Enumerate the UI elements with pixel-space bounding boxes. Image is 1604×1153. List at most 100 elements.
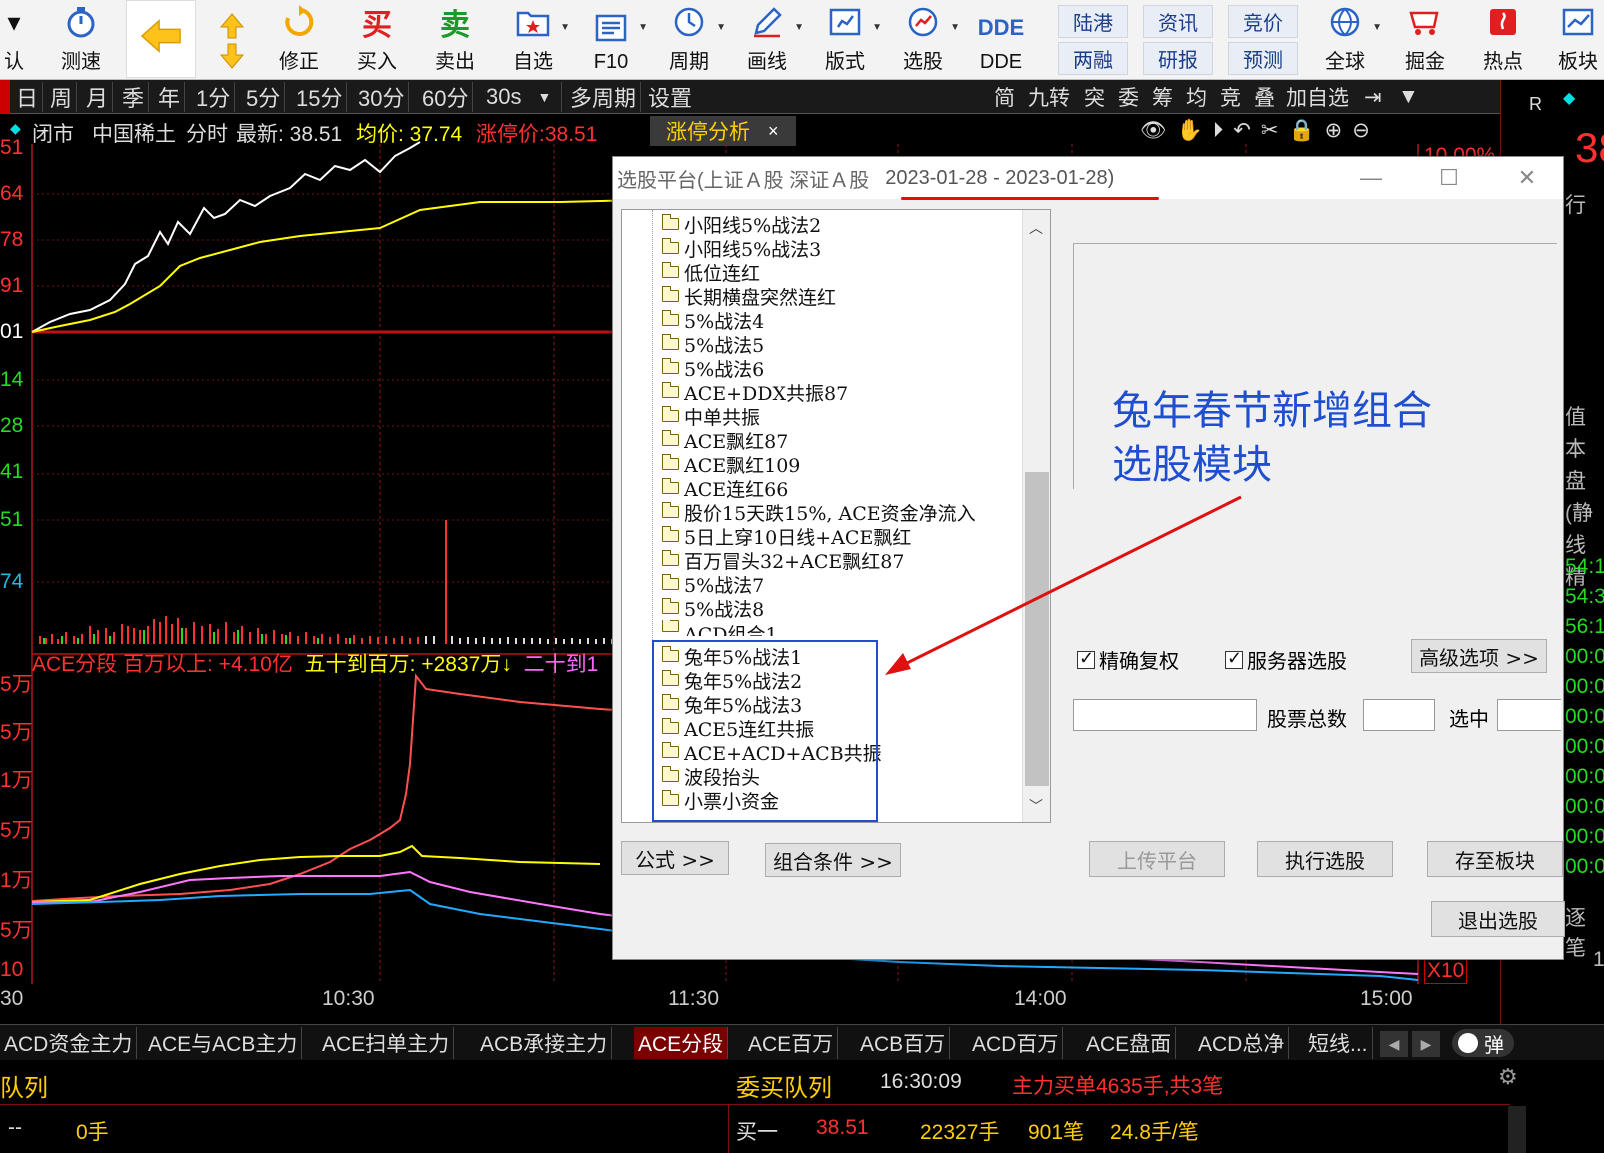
toolbar-confirm[interactable]: ▾ 认 <box>0 0 28 80</box>
tree-item[interactable]: ACE+DDX共振87 <box>661 380 848 405</box>
tab-ace-scan[interactable]: ACE扫单主力 <box>318 1027 455 1059</box>
toolbar-sell[interactable]: 卖卖出 <box>422 0 488 80</box>
toolbar-buy[interactable]: 买买入 <box>344 0 410 80</box>
total-stocks-field[interactable] <box>1363 699 1435 731</box>
period-multi[interactable]: 多周期 <box>566 82 642 112</box>
tab-acd-million[interactable]: ACD百万 <box>968 1027 1064 1059</box>
toolbar-stock-picker[interactable]: 选股 ▼ <box>890 0 960 80</box>
period-60min[interactable]: 60分 <box>418 82 474 112</box>
tab-acd-net[interactable]: ACD总净 <box>1194 1027 1290 1059</box>
tab-scroll-right[interactable]: ▶ <box>1412 1031 1440 1057</box>
gear-icon[interactable]: ⚙ <box>1498 1064 1518 1090</box>
tool-die[interactable]: 叠 <box>1254 82 1275 112</box>
toolbar-luganggang[interactable]: 陆港 <box>1058 5 1128 38</box>
tool-jing[interactable]: 竞 <box>1220 82 1241 112</box>
tree-item[interactable]: 小阳线5%战法2 <box>661 212 821 237</box>
chevron-down-icon[interactable]: ▼ <box>1398 82 1419 112</box>
tree-item[interactable]: 长期横盘突然连红 <box>661 284 836 309</box>
chevron-down-icon[interactable]: ﹀ <box>1029 796 1043 816</box>
toolbar-layout[interactable]: 版式 ▼ <box>812 0 882 80</box>
tool-jun[interactable]: 均 <box>1186 82 1207 112</box>
upload-platform-button[interactable]: 上传平台 <box>1089 841 1225 877</box>
queue-scrollbar[interactable] <box>1508 1106 1526 1153</box>
toolbar-hot[interactable]: 热点 <box>1470 0 1536 80</box>
toolbar-yanbao[interactable]: 研报 <box>1143 42 1213 75</box>
tool-wei[interactable]: 委 <box>1118 82 1139 112</box>
tree-item[interactable]: 5%战法4 <box>661 308 764 333</box>
toolbar-zixun[interactable]: 资讯 <box>1143 5 1213 38</box>
tool-jiuzhuan[interactable]: 九转 <box>1028 82 1070 112</box>
tree-item[interactable]: 5%战法8 <box>661 596 764 621</box>
checkbox-precise-adjust[interactable]: 精确复权 <box>1077 645 1179 674</box>
tree-item[interactable]: 低位连红 <box>661 260 760 285</box>
period-15min[interactable]: 15分 <box>292 82 348 112</box>
close-icon[interactable]: ✕ <box>1507 163 1547 193</box>
tree-item[interactable]: 5%战法6 <box>661 356 764 381</box>
period-5min[interactable]: 5分 <box>242 82 286 112</box>
toolbar-f10[interactable]: F10 ▼ <box>578 0 648 80</box>
toolbar-dig-gold[interactable]: 掘金 <box>1392 0 1458 80</box>
tree-item[interactable]: 小阳线5%战法3 <box>661 236 821 261</box>
tab-ace-segment[interactable]: ACE分段 <box>634 1027 729 1059</box>
period-month[interactable]: 月 <box>82 82 114 112</box>
toolbar-watchlist[interactable]: 自选 ▼ <box>500 0 570 80</box>
tab-ace-board[interactable]: ACE盘面 <box>1082 1027 1177 1059</box>
tree-item[interactable]: 5%战法5 <box>661 332 764 357</box>
period-1min[interactable]: 1分 <box>192 82 236 112</box>
maximize-icon[interactable]: ☐ <box>1429 163 1469 193</box>
toolbar-updown[interactable] <box>210 0 254 80</box>
tab-acb-accept[interactable]: ACB承接主力 <box>476 1027 613 1059</box>
toolbar-liangrong[interactable]: 两融 <box>1058 42 1128 75</box>
pick-input[interactable] <box>1073 699 1257 731</box>
tree-item[interactable]: 中单共振 <box>661 404 760 429</box>
period-30min[interactable]: 30分 <box>354 82 410 112</box>
period-week[interactable]: 周 <box>46 82 78 112</box>
checkbox-server-pick[interactable]: 服务器选股 <box>1225 645 1347 674</box>
tab-short-line[interactable]: 短线... <box>1304 1027 1373 1059</box>
period-settings[interactable]: 设置 <box>644 82 696 112</box>
tree-item[interactable]: ACD组合1 <box>662 620 778 636</box>
toolbar-sector[interactable]: 板块 <box>1548 0 1604 80</box>
toolbar-correct[interactable]: 修正 <box>266 0 332 80</box>
tree-item[interactable]: ACE连红66 <box>661 476 788 501</box>
dialog-titlebar[interactable]: 选股平台(上证Ａ股 深证Ａ股 2023-01-28 - 2023-01-28) <box>613 157 1563 199</box>
exit-icon[interactable]: ⇥ <box>1364 82 1382 112</box>
popup-toggle[interactable]: 弹 <box>1452 1029 1514 1057</box>
combo-conditions-button[interactable]: 组合条件 >> <box>765 843 901 877</box>
toolbar-speedtest[interactable]: 测速 <box>48 0 114 80</box>
tab-ace-million[interactable]: ACE百万 <box>744 1027 839 1059</box>
tool-tu[interactable]: 突 <box>1084 82 1105 112</box>
toolbar-back[interactable] <box>126 0 196 78</box>
toolbar-dde[interactable]: DDE DDE <box>968 0 1034 80</box>
chevron-up-icon[interactable]: ︿ <box>1029 218 1043 238</box>
exit-pick-button[interactable]: 退出选股 <box>1431 901 1565 937</box>
tree-item[interactable]: ACE飘红109 <box>661 452 800 477</box>
tab-acd-main[interactable]: ACD资金主力 <box>0 1027 138 1059</box>
toolbar-period[interactable]: 周期 ▼ <box>656 0 726 80</box>
period-day[interactable]: 日 <box>12 82 44 112</box>
tree-item[interactable]: 5日上穿10日线+ACE飘红 <box>661 524 911 549</box>
tool-chou[interactable]: 筹 <box>1152 82 1173 112</box>
tree-item[interactable]: ACE飘红87 <box>661 428 788 453</box>
formula-button[interactable]: 公式 >> <box>621 841 729 875</box>
period-year[interactable]: 年 <box>154 82 186 112</box>
tool-jian[interactable]: 简 <box>994 82 1015 112</box>
tab-scroll-left[interactable]: ◀ <box>1380 1031 1408 1057</box>
tool-add-watch[interactable]: 加自选 <box>1286 82 1349 112</box>
save-to-sector-button[interactable]: 存至板块 <box>1427 841 1563 877</box>
zoom-x10[interactable]: X10 <box>1424 958 1468 984</box>
selected-field[interactable] <box>1497 699 1561 731</box>
period-season[interactable]: 季 <box>118 82 150 112</box>
toolbar-yuce[interactable]: 预测 <box>1228 42 1298 75</box>
advanced-options-button[interactable]: 高级选项 >> <box>1411 639 1547 673</box>
execute-pick-button[interactable]: 执行选股 <box>1257 841 1393 877</box>
period-30s[interactable]: 30s ▼ <box>482 82 562 112</box>
toolbar-jingjia[interactable]: 竞价 <box>1228 5 1298 38</box>
tree-item[interactable]: 百万冒头32+ACE飘红87 <box>661 548 904 573</box>
minimize-icon[interactable]: — <box>1351 163 1391 193</box>
toolbar-global[interactable]: 全球 ▼ <box>1312 0 1382 80</box>
tab-acb-million[interactable]: ACB百万 <box>856 1027 951 1059</box>
toolbar-draw[interactable]: 画线 ▼ <box>734 0 804 80</box>
tree-item[interactable]: 5%战法7 <box>661 572 764 597</box>
tab-ace-acb-main[interactable]: ACE与ACB主力 <box>144 1027 303 1059</box>
